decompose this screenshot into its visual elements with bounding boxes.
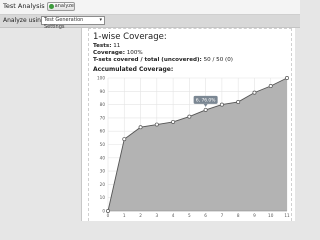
data-point	[219, 102, 224, 107]
x-tick-label: 4	[172, 213, 175, 218]
data-point	[236, 99, 241, 104]
y-tick-label: 40	[100, 155, 106, 160]
y-tick-label: 60	[100, 129, 106, 134]
data-point	[285, 76, 289, 80]
accumulated-coverage-chart: 0 10 20 30 40 50 60 70 80 90 100 0 1 2 3 4 5 6 7 8 9 10 11 6, 7…	[97, 76, 290, 219]
tooltip-pointer	[203, 103, 208, 107]
data-point	[203, 107, 208, 112]
data-point	[187, 114, 192, 119]
data-point	[154, 122, 159, 127]
x-tick-label: 1	[123, 213, 126, 218]
x-tick-label: 9	[253, 213, 256, 218]
x-tick-label: 6	[204, 213, 207, 218]
data-point	[138, 125, 143, 130]
x-tick-label: 11	[284, 213, 290, 218]
y-tick-label: 90	[100, 89, 106, 94]
y-tick-label: 0	[102, 209, 105, 214]
y-tick-label: 100	[97, 76, 105, 81]
x-tick-label: 0	[107, 213, 110, 218]
y-tick-label: 20	[100, 182, 106, 187]
x-tick-label: 8	[237, 213, 240, 218]
data-point	[171, 119, 176, 124]
x-tick-label: 2	[139, 213, 142, 218]
data-point	[122, 137, 127, 142]
y-tick-label: 50	[100, 142, 106, 147]
y-tick-label: 80	[100, 102, 106, 107]
y-tick-label: 70	[100, 115, 106, 120]
x-tick-label: 10	[268, 213, 274, 218]
x-tick-label: 7	[221, 213, 224, 218]
x-tick-label: 5	[188, 213, 191, 218]
data-point	[252, 90, 257, 95]
y-tick-label: 10	[100, 195, 106, 200]
y-tick-label: 30	[100, 169, 106, 174]
data-point	[268, 84, 273, 88]
tooltip-label: 6, 76.0%	[196, 97, 216, 103]
x-tick-label: 3	[155, 213, 158, 218]
